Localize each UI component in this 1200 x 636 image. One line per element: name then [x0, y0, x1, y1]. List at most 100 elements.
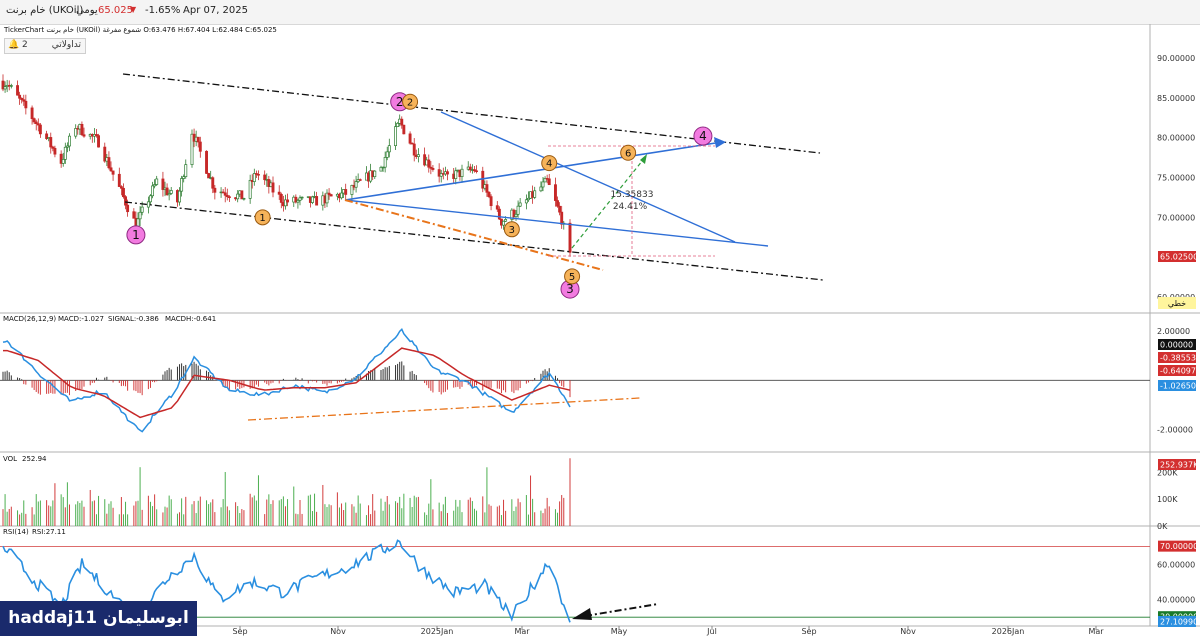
overlays-layer: 15.3583324.41%1234123456: [122, 73, 824, 299]
volume-last-label: 252.937K: [1160, 461, 1199, 470]
candle-down: [111, 170, 115, 175]
candle-up: [539, 186, 543, 192]
candle-down: [18, 94, 22, 99]
candle-down: [431, 167, 435, 170]
candle-down: [53, 147, 57, 155]
wave-label-minor: 2: [407, 97, 413, 108]
candle-up: [146, 201, 150, 208]
candle-down: [568, 222, 572, 253]
candle-down: [207, 173, 211, 179]
candle-up: [178, 190, 181, 203]
candle-up: [533, 190, 537, 198]
candle-down: [16, 85, 19, 96]
panel-frames: [0, 24, 1200, 627]
macd-tick-label: -2.00000: [1157, 426, 1193, 435]
candle-down: [560, 211, 564, 225]
candle-down: [122, 187, 125, 198]
candle-up: [354, 181, 358, 188]
candle-down: [126, 204, 130, 213]
rsi-70-label: 70.00000: [1160, 542, 1198, 551]
candle-down: [38, 124, 42, 135]
candle-up: [236, 193, 240, 200]
line-style-label: خطي: [1168, 299, 1186, 308]
candle-down: [286, 199, 289, 203]
volume-value-text: 252.94: [22, 455, 47, 463]
candle-down: [211, 177, 215, 189]
time-tick-label: Nov: [330, 627, 346, 636]
candle-up: [180, 178, 184, 192]
candle-up: [300, 196, 304, 199]
price-tick-label: 80.00000: [1157, 134, 1195, 143]
triangle-lower-line: [344, 199, 769, 247]
time-tick-label: Sep: [801, 627, 816, 636]
candle-up: [504, 219, 508, 222]
candle-up: [169, 190, 173, 194]
candle-up: [518, 202, 522, 207]
wave-label-minor: 3: [509, 225, 515, 236]
candle-down: [279, 193, 283, 203]
candle-up: [9, 85, 13, 87]
candles-layer: [1, 74, 572, 257]
triangle-upper-line: [440, 111, 736, 243]
candle-down: [556, 200, 559, 207]
candle-up: [373, 170, 377, 178]
candle-up: [387, 145, 391, 153]
candle-up: [3, 86, 7, 90]
candle-up: [460, 168, 464, 177]
my-trades-button[interactable]: 🔔 2 تداولاتي: [4, 38, 86, 54]
rsi-pointer-line: [584, 603, 659, 617]
chart-canvas[interactable]: 15.3583324.41%1234123456 90.0000085.0000…: [0, 0, 1200, 636]
time-tick-label: Sep: [232, 627, 247, 636]
rsi-pointer-arrow-head: [572, 608, 592, 620]
candle-down: [24, 100, 28, 109]
trade-button-label: تداولاتي: [51, 40, 81, 50]
candle-up: [61, 159, 65, 164]
candle-up: [524, 199, 528, 204]
time-tick-label: 2025Jan: [421, 627, 454, 636]
volume-tick-label: 100K: [1157, 495, 1178, 504]
macd-title: MACD(26,12,9): [3, 315, 56, 323]
candle-up: [394, 126, 397, 147]
price-tick-label: 90.00000: [1157, 54, 1195, 63]
time-tick-label: Nov: [900, 627, 916, 636]
candle-up: [138, 211, 142, 220]
candle-up: [74, 128, 78, 137]
hist-value-text: MACDH:-0.641: [165, 315, 216, 323]
candle-down: [196, 136, 200, 143]
candle-down: [402, 124, 406, 135]
candle-down: [223, 192, 227, 196]
candle-up: [383, 157, 387, 168]
candle-up: [514, 213, 518, 218]
candle-down: [32, 118, 36, 123]
candle-up: [454, 170, 458, 179]
macd-zero-label: 0.00000: [1160, 341, 1193, 350]
price-tick-label: 70.00000: [1157, 213, 1195, 222]
volume-layer: [2, 458, 571, 526]
candle-down: [205, 150, 208, 174]
time-tick-label: Jul: [706, 627, 717, 636]
author-watermark: haddaj11 ابوسليمان: [0, 601, 197, 636]
rsi-tick-label: 40.00000: [1157, 596, 1195, 605]
candle-up: [155, 178, 159, 185]
candle-down: [547, 178, 551, 186]
wave-label-minor: 1: [259, 213, 265, 224]
candle-down: [400, 118, 404, 126]
candle-down: [82, 134, 86, 137]
candle-down: [408, 133, 412, 144]
wave-label-minor: 4: [546, 159, 552, 170]
macd-layer: [0, 328, 1150, 433]
candle-up: [63, 146, 67, 160]
price-tick-label: 85.00000: [1157, 94, 1195, 103]
rsi-last-label: 27.10990: [1160, 618, 1198, 627]
macd-value-text: MACD:-1.027: [58, 315, 104, 323]
price-tick-label: 75.00000: [1157, 173, 1195, 182]
candle-down: [554, 184, 557, 201]
candle-up: [68, 135, 71, 147]
panel-texts: TickerChart خام برنت (UKOil) شموع مفرغة …: [3, 26, 277, 536]
measure-value: 15.35833: [611, 190, 654, 200]
candle-down: [446, 171, 449, 175]
candle-up: [541, 181, 545, 188]
wave-label-major: 4: [699, 129, 707, 143]
candle-up: [311, 196, 314, 203]
candle-up: [502, 220, 505, 226]
